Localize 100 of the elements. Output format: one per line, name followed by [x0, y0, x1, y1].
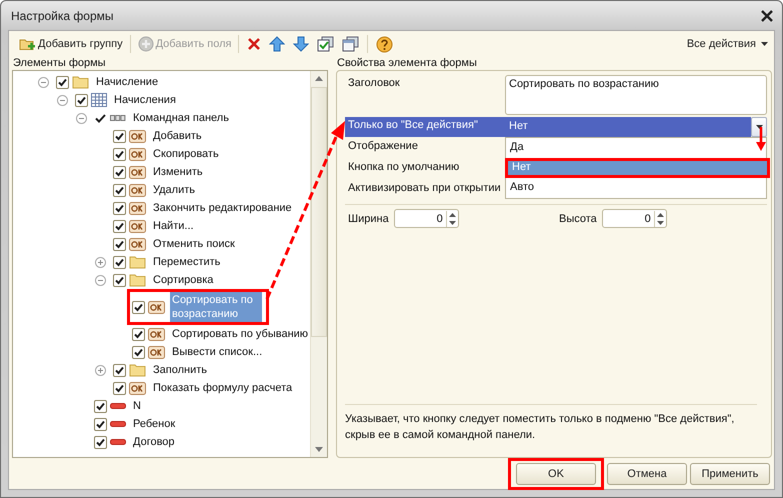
checkbox[interactable] [113, 274, 126, 286]
tree-item[interactable]: Найти... [151, 219, 196, 233]
dialog-button[interactable]: OK [516, 463, 596, 485]
checkbox[interactable] [113, 148, 126, 160]
check-all-icon [317, 36, 334, 52]
move-up-icon [269, 36, 286, 52]
tree-item[interactable]: Переместить [151, 255, 222, 269]
checkbox[interactable] [113, 202, 126, 214]
tree-item[interactable]: Ребенок [131, 417, 178, 431]
tree-item[interactable]: Вывести список... [170, 345, 264, 359]
panel-title: Элементы формы [12, 57, 107, 70]
dialog-button[interactable]: Отмена [607, 463, 687, 485]
move-down-icon [293, 36, 310, 52]
close-icon[interactable] [761, 10, 773, 22]
checkbox[interactable] [94, 400, 107, 412]
checkbox[interactable] [132, 300, 145, 314]
tree-item[interactable]: Показать формулу расчета [151, 381, 294, 395]
command-button-icon [129, 202, 146, 214]
tree-item[interactable]: Сортировать по убыванию [170, 327, 310, 341]
all-actions-menu[interactable]: Все действия [684, 33, 772, 55]
text-field[interactable]: Сортировать по возрастанию [505, 75, 767, 115]
command-button-icon [129, 382, 146, 394]
table-icon [91, 93, 107, 107]
command-button-icon [148, 346, 165, 358]
checkbox[interactable] [94, 418, 107, 430]
tree-item[interactable]: Договор [131, 435, 177, 449]
command-button-icon [129, 130, 146, 142]
tree-item[interactable]: Добавить [151, 129, 204, 143]
caret-icon [761, 42, 768, 46]
field-icon [110, 439, 126, 445]
dialog-button[interactable]: Применить [690, 463, 770, 485]
expander-icon[interactable] [95, 274, 106, 286]
uncheck-all-icon [342, 36, 360, 52]
checkbox[interactable] [75, 94, 88, 106]
property-label[interactable]: Заголовок [345, 75, 505, 115]
dropdown-option[interactable]: Авто [506, 178, 766, 198]
checkbox[interactable] [56, 76, 69, 88]
expander-icon[interactable] [95, 364, 106, 376]
checkbox[interactable] [113, 238, 126, 250]
folder-icon [129, 273, 146, 287]
checkbox[interactable] [94, 436, 107, 448]
dropdown-option[interactable]: Да [506, 138, 766, 158]
dropdown-field[interactable]: Нет [505, 117, 751, 137]
checkbox[interactable] [132, 346, 145, 358]
expander-icon[interactable] [57, 94, 68, 106]
property-label[interactable]: Только во "Все действия" [345, 117, 505, 137]
add-circle-icon [138, 36, 154, 52]
field-label: Высота [559, 212, 597, 226]
command-button-icon [129, 184, 146, 196]
expander-icon[interactable] [76, 112, 87, 124]
scroll-thumb[interactable] [311, 87, 327, 337]
checkbox[interactable] [113, 220, 126, 232]
help-icon [376, 36, 394, 52]
tree-item[interactable]: Закончить редактирование [151, 201, 294, 215]
checkbox[interactable] [113, 184, 126, 196]
command-button-icon [129, 238, 146, 250]
tree-item[interactable]: N [131, 399, 143, 413]
property-label[interactable]: Активизировать при открытии [345, 180, 505, 200]
tree-item[interactable]: Начисления [112, 93, 178, 107]
property-label[interactable]: Кнопка по умолчанию [345, 159, 505, 179]
expander-icon[interactable] [38, 76, 49, 88]
checkbox[interactable] [113, 256, 126, 268]
caret-icon [756, 125, 762, 129]
tree-item[interactable]: Изменить [151, 165, 205, 179]
field-icon [110, 403, 126, 409]
tree-item[interactable]: Отменить поиск [151, 237, 237, 251]
spinner-icon[interactable] [654, 210, 666, 226]
checkbox[interactable] [113, 166, 126, 178]
number-field[interactable]: 0 [602, 209, 667, 228]
property-label[interactable]: Отображение [345, 138, 505, 158]
folder-icon [72, 75, 89, 89]
delete-icon [247, 37, 262, 51]
checkmark-icon[interactable] [94, 112, 107, 124]
dropdown-button[interactable] [751, 117, 767, 137]
folder-icon [129, 255, 146, 269]
checkbox[interactable] [132, 328, 145, 340]
window-title: Настройка формы [11, 8, 114, 22]
checkbox[interactable] [113, 130, 126, 142]
field-icon [110, 421, 126, 427]
field-label: Ширина [348, 212, 389, 226]
tree-item[interactable]: Заполнить [151, 363, 210, 377]
tree-item[interactable]: Скопировать [151, 147, 221, 161]
description-text: Указывает, что кнопку следует поместить только в подменю "Все действия", скрыв ее в самой командной панели. [345, 404, 757, 457]
command-button-icon [148, 300, 165, 314]
toolbar-button[interactable]: Добавить группу [16, 33, 126, 55]
tree-item[interactable]: Удалить [151, 183, 197, 197]
folder-icon [129, 363, 146, 377]
checkbox[interactable] [113, 364, 126, 376]
toolbar-icon [110, 115, 126, 121]
checkbox[interactable] [113, 382, 126, 394]
tree-item[interactable]: Начисление [94, 75, 160, 89]
annotation-arrow [756, 127, 766, 151]
expander-icon[interactable] [95, 256, 106, 268]
command-button-icon [148, 328, 165, 340]
tree-item[interactable]: Сортировка [151, 273, 216, 287]
number-field[interactable]: 0 [394, 209, 459, 228]
spinner-icon[interactable] [446, 210, 458, 226]
scrollbar[interactable] [310, 71, 327, 457]
tree-item[interactable]: Командная панель [131, 111, 231, 125]
command-button-icon [129, 166, 146, 178]
